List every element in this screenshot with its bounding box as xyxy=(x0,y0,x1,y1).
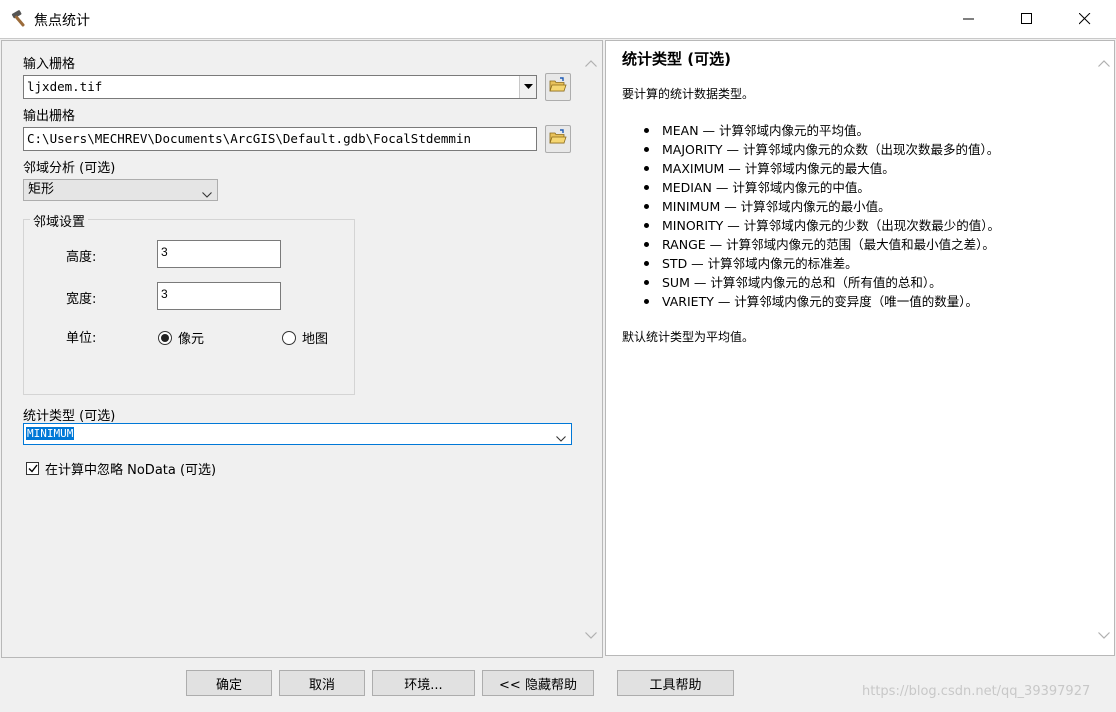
width-label: 宽度: xyxy=(66,292,97,307)
radio-unselected-icon[interactable] xyxy=(282,330,296,345)
window-title: 焦点统计 xyxy=(34,13,90,29)
list-item: MAXIMUM — 计算邻域内像元的最大值。 xyxy=(644,159,1000,178)
scroll-down-icon[interactable] xyxy=(583,627,599,643)
list-item: VARIETY — 计算邻域内像元的变异度（唯一值的数量）。 xyxy=(644,292,1000,311)
help-title: 统计类型 (可选) xyxy=(622,50,731,68)
neighborhood-value: 矩形 xyxy=(28,182,55,197)
list-item: SUM — 计算邻域内像元的总和（所有值的总和）。 xyxy=(644,273,1000,292)
units-option-map[interactable]: 地图 xyxy=(282,328,328,347)
height-value: 3 xyxy=(161,245,168,259)
list-item: MAJORITY — 计算邻域内像元的众数（出现次数最多的值）。 xyxy=(644,140,1000,159)
input-raster-field[interactable]: ljxdem.tif xyxy=(23,75,537,99)
list-item: STD — 计算邻域内像元的标准差。 xyxy=(644,254,1000,273)
hide-help-button[interactable]: << 隐藏帮助 xyxy=(482,670,594,696)
scroll-up-icon[interactable] xyxy=(1096,55,1112,71)
list-item: MEAN — 计算邻域内像元的平均值。 xyxy=(644,121,1000,140)
input-raster-value: ljxdem.tif xyxy=(27,79,103,94)
maximize-button[interactable] xyxy=(998,0,1056,38)
list-item: MINIMUM — 计算邻域内像元的最小值。 xyxy=(644,197,1000,216)
group-legend: 邻域设置 xyxy=(30,211,89,230)
help-footer: 默认统计类型为平均值。 xyxy=(622,330,755,344)
minimize-button[interactable] xyxy=(940,0,998,38)
close-button[interactable] xyxy=(1056,0,1114,38)
help-intro: 要计算的统计数据类型。 xyxy=(622,87,755,101)
height-label: 高度: xyxy=(66,250,97,265)
units-option-cell-label: 像元 xyxy=(178,332,205,347)
statistics-type-select[interactable]: MINIMUM xyxy=(23,423,572,445)
cancel-button[interactable]: 取消 xyxy=(279,670,365,696)
maximize-icon xyxy=(1021,13,1033,25)
units-option-cell[interactable]: 像元 xyxy=(158,328,204,347)
ok-button[interactable]: 确定 xyxy=(186,670,272,696)
neighborhood-settings-group: 邻域设置 高度: 3 宽度: 3 单位: 像元 地图 xyxy=(23,211,355,395)
height-field[interactable]: 3 xyxy=(157,240,281,268)
help-list: MEAN — 计算邻域内像元的平均值。 MAJORITY — 计算邻域内像元的众… xyxy=(644,121,1000,311)
statistics-type-label: 统计类型 (可选) xyxy=(23,409,116,424)
watermark: https://blog.csdn.net/qq_39397927 xyxy=(862,684,1091,699)
input-raster-label: 输入栅格 xyxy=(23,57,76,72)
chevron-down-icon xyxy=(556,431,566,446)
list-item: MINORITY — 计算邻域内像元的少数（出现次数最少的值）。 xyxy=(644,216,1000,235)
width-field[interactable]: 3 xyxy=(157,282,281,310)
radio-selected-icon[interactable] xyxy=(158,330,172,345)
units-option-map-label: 地图 xyxy=(302,332,329,347)
width-value: 3 xyxy=(161,287,168,301)
list-item: MEDIAN — 计算邻域内像元的中值。 xyxy=(644,178,1000,197)
units-label: 单位: xyxy=(66,331,97,346)
ignore-nodata-option[interactable]: 在计算中忽略 NoData (可选) xyxy=(26,459,216,478)
parameters-panel: 输入栅格 ljxdem.tif 输出栅格 C:\Users\MECHREV\Do… xyxy=(1,40,603,658)
open-folder-icon xyxy=(549,77,567,97)
dropdown-arrow-icon[interactable] xyxy=(519,76,536,98)
output-browse-button[interactable] xyxy=(545,125,571,153)
chevron-down-icon xyxy=(202,186,212,204)
neighborhood-label: 邻域分析 (可选) xyxy=(23,161,116,176)
checkbox-checked-icon[interactable] xyxy=(26,462,39,475)
scroll-down-icon[interactable] xyxy=(1096,627,1112,643)
input-browse-button[interactable] xyxy=(545,73,571,101)
minimize-icon xyxy=(963,13,975,25)
neighborhood-select[interactable]: 矩形 xyxy=(23,179,218,201)
environments-button[interactable]: 环境... xyxy=(372,670,475,696)
statistics-type-value: MINIMUM xyxy=(26,427,75,440)
list-item: RANGE — 计算邻域内像元的范围（最大值和最小值之差）。 xyxy=(644,235,1000,254)
output-raster-label: 输出栅格 xyxy=(23,109,76,124)
help-panel: 统计类型 (可选) 要计算的统计数据类型。 MEAN — 计算邻域内像元的平均值… xyxy=(605,40,1115,656)
tool-help-button[interactable]: 工具帮助 xyxy=(617,670,734,696)
output-raster-value: C:\Users\MECHREV\Documents\ArcGIS\Defaul… xyxy=(27,131,472,146)
title-bar: 焦点统计 xyxy=(0,0,1116,39)
close-icon xyxy=(1079,13,1091,25)
output-raster-field[interactable]: C:\Users\MECHREV\Documents\ArcGIS\Defaul… xyxy=(23,127,537,151)
scroll-up-icon[interactable] xyxy=(583,55,599,71)
ignore-nodata-label: 在计算中忽略 NoData (可选) xyxy=(45,463,217,478)
hammer-icon xyxy=(10,9,30,29)
open-folder-icon xyxy=(549,129,567,149)
